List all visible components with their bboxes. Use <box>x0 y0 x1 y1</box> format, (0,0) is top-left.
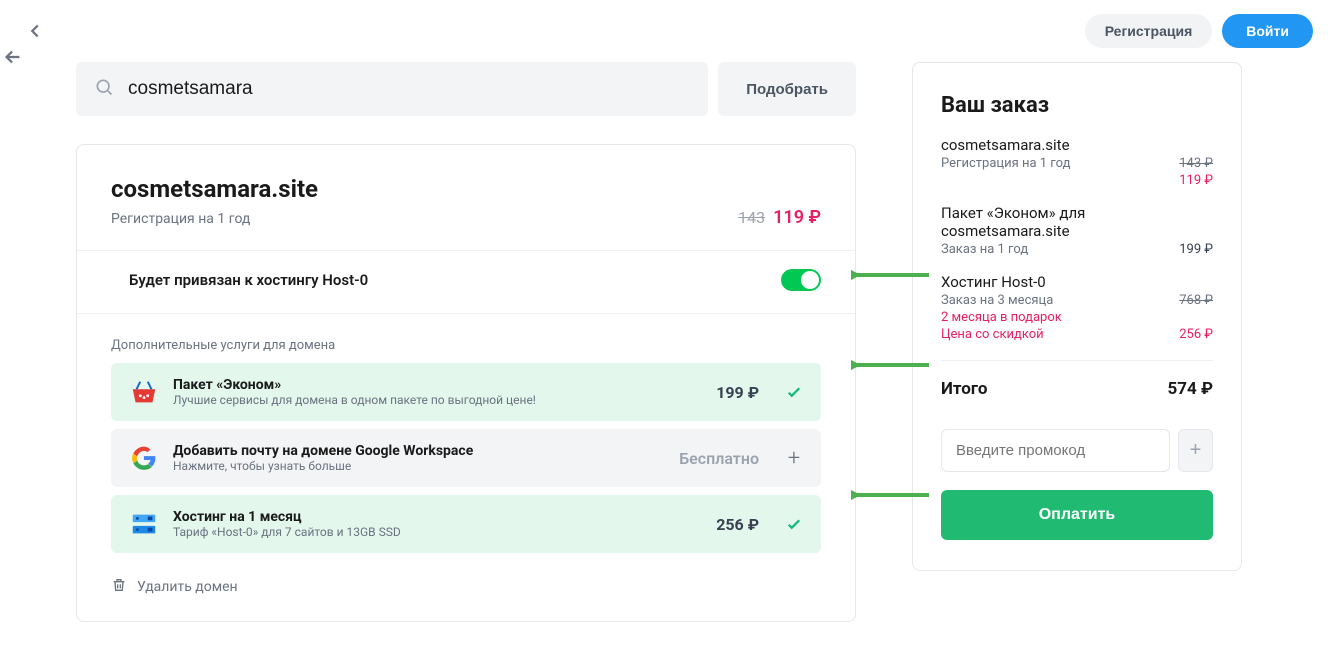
addon-title: Хостинг на 1 месяц <box>173 509 702 525</box>
cart-hosting-bonus: 2 месяца в подарок <box>941 310 1062 325</box>
addon-price: 256 ₽ <box>716 515 759 534</box>
register-button[interactable]: Регистрация <box>1085 14 1213 48</box>
domain-search-input[interactable] <box>128 78 690 100</box>
domain-new-price: 119 ₽ <box>773 207 821 228</box>
cart-hosting-discount-price: 256 ₽ <box>1179 327 1213 342</box>
cart-hosting-old-price: 768 ₽ <box>1179 293 1213 308</box>
addons-caption: Дополнительные услуги для домена <box>111 338 821 353</box>
addon-google-workspace[interactable]: Добавить почту на домене Google Workspac… <box>111 429 821 487</box>
addon-title: Пакет «Эконом» <box>173 377 702 393</box>
back-arrow-icon[interactable] <box>24 20 46 42</box>
basket-icon <box>129 377 159 407</box>
hosting-bind-toggle[interactable] <box>781 269 821 291</box>
server-icon <box>129 509 159 539</box>
cart-total-value: 574 ₽ <box>1168 379 1213 399</box>
cart-title: Ваш заказ <box>941 93 1213 118</box>
search-icon <box>94 77 114 101</box>
addon-hosting[interactable]: Хостинг на 1 месяц Тариф «Host-0» для 7 … <box>111 495 821 553</box>
promo-add-button[interactable]: + <box>1178 429 1213 472</box>
cart-hosting-label: Хостинг Host-0 <box>941 273 1213 291</box>
cart-hosting-sub: Заказ на 3 месяца <box>941 293 1053 308</box>
cart-package-label: Пакет «Эконом» для cosmetsamara.site <box>941 204 1213 240</box>
trash-icon <box>111 577 127 597</box>
addon-price: Бесплатно <box>679 449 759 468</box>
cart-hosting-discount-label: Цена со скидкой <box>941 327 1044 342</box>
addon-price: 199 ₽ <box>716 383 759 402</box>
delete-domain-label: Удалить домен <box>137 579 238 595</box>
login-button[interactable]: Войти <box>1222 14 1313 48</box>
cart-package-price: 199 ₽ <box>1179 242 1213 257</box>
domain-old-price: 143 <box>738 208 765 227</box>
domain-name: cosmetsamara.site <box>111 175 821 203</box>
cart-package-sub: Заказ на 1 год <box>941 242 1028 257</box>
cart-total-label: Итого <box>941 379 987 399</box>
promo-code-input[interactable] <box>941 429 1170 472</box>
cart-reg-old-price: 143 ₽ <box>1179 156 1213 171</box>
hosting-bind-label: Будет привязан к хостингу Host-0 <box>129 271 368 289</box>
delete-domain-button[interactable]: Удалить домен <box>111 577 821 597</box>
addon-desc: Лучшие сервисы для домена в одном пакете… <box>173 393 702 407</box>
addon-economy-package[interactable]: Пакет «Эконом» Лучшие сервисы для домена… <box>111 363 821 421</box>
cart-reg-label: Регистрация на 1 год <box>941 156 1070 171</box>
google-icon <box>129 443 159 473</box>
registration-term-label: Регистрация на 1 год <box>111 211 250 227</box>
pay-button[interactable]: Оплатить <box>941 490 1213 540</box>
domain-card: cosmetsamara.site Регистрация на 1 год 1… <box>76 144 856 622</box>
check-icon[interactable] <box>785 383 803 401</box>
addon-title: Добавить почту на домене Google Workspac… <box>173 443 665 459</box>
plus-icon[interactable]: + <box>785 449 803 467</box>
addon-desc: Тариф «Host-0» для 7 сайтов и 13GB SSD <box>173 525 702 539</box>
cart-summary: Ваш заказ cosmetsamara.site Регистрация … <box>912 62 1242 571</box>
cart-reg-new-price: 119 ₽ <box>1179 173 1213 188</box>
cart-domain-name: cosmetsamara.site <box>941 136 1213 154</box>
check-icon[interactable] <box>785 515 803 533</box>
addon-desc: Нажмите, чтобы узнать больше <box>173 459 665 473</box>
search-button[interactable]: Подобрать <box>718 62 856 116</box>
